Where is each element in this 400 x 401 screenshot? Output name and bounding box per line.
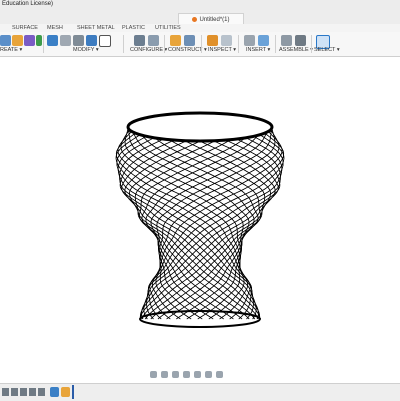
new-component-icon[interactable]	[281, 35, 292, 46]
offset-plane-icon[interactable]	[170, 35, 181, 46]
vase-strand	[158, 126, 280, 320]
divider	[123, 35, 124, 53]
divider	[164, 35, 165, 53]
view-icon[interactable]	[216, 370, 223, 378]
create-sketch-icon[interactable]	[0, 35, 11, 46]
divider	[238, 35, 239, 53]
vase-model	[115, 111, 285, 328]
fit-icon[interactable]	[183, 370, 190, 378]
configure-icon[interactable]	[134, 35, 145, 46]
vase-strand	[120, 126, 242, 320]
insert-image-icon[interactable]	[258, 35, 269, 46]
vase-strand	[139, 126, 276, 320]
group-inspect[interactable]: INSPECT ▾	[208, 47, 236, 53]
tab-surface[interactable]: SURFACE	[12, 25, 38, 31]
timeline-prev-icon[interactable]	[11, 388, 18, 396]
extrude-icon[interactable]	[12, 35, 23, 46]
document-icon	[192, 17, 198, 22]
timeline-next-icon[interactable]	[29, 388, 36, 396]
zoom-icon[interactable]	[172, 370, 179, 378]
tab-utilities[interactable]: UTILITIES	[155, 25, 181, 31]
move-icon[interactable]	[99, 35, 111, 47]
timeline-start-icon[interactable]	[2, 388, 9, 396]
revolve-icon[interactable]	[24, 35, 35, 46]
title-bar: Education License)	[0, 0, 400, 10]
timeline-feature-icon[interactable]	[61, 387, 70, 397]
group-insert[interactable]: INSERT ▾	[246, 47, 270, 53]
chamfer-icon[interactable]	[73, 35, 84, 46]
grid-icon[interactable]	[205, 370, 212, 378]
vase-strand	[139, 126, 276, 320]
vase-strand	[124, 126, 261, 320]
divider	[43, 35, 44, 53]
timeline-play-icon[interactable]	[20, 388, 27, 396]
timeline-marker[interactable]	[72, 385, 74, 399]
group-create[interactable]: REATE ▾	[0, 47, 22, 53]
tab-plastic[interactable]: PLASTIC	[122, 25, 145, 31]
group-select[interactable]: SELECT ▾	[314, 47, 340, 53]
group-configure[interactable]: CONFIGURE ▾	[130, 47, 167, 53]
insert-derive-icon[interactable]	[244, 35, 255, 46]
joint-icon[interactable]	[295, 35, 306, 46]
divider	[311, 35, 312, 53]
vase-strand	[158, 126, 280, 320]
divider	[275, 35, 276, 53]
tab-label: Untitled*(1)	[199, 16, 230, 23]
create-more-icon[interactable]	[36, 35, 42, 46]
pan-icon[interactable]	[161, 370, 168, 378]
orbit-icon[interactable]	[150, 370, 157, 378]
timeline-sketch-icon[interactable]	[50, 387, 59, 397]
axis-icon[interactable]	[184, 35, 195, 46]
configure-table-icon[interactable]	[148, 35, 159, 46]
timeline-end-icon[interactable]	[38, 388, 45, 396]
shell-icon[interactable]	[86, 35, 97, 46]
measure-icon[interactable]	[207, 35, 218, 46]
app-title: Education License)	[2, 1, 54, 7]
navigation-bar	[150, 368, 250, 380]
tab-mesh[interactable]: MESH	[47, 25, 63, 31]
fillet-icon[interactable]	[60, 35, 71, 46]
vase-rim	[126, 111, 274, 143]
group-modify[interactable]: MODIFY ▾	[73, 47, 99, 53]
workspace-tabs: SURFACE MESH SHEET METAL PLASTIC UTILITI…	[0, 24, 400, 32]
vase-strand	[124, 126, 261, 320]
vase-strand	[120, 126, 242, 320]
toolbar-ribbon: REATE ▾ MODIFY ▾ CONFIGURE ▾ CONSTRUCT ▾…	[0, 32, 400, 57]
group-assemble[interactable]: ASSEMBLE ▾	[279, 47, 313, 53]
canvas-viewport[interactable]	[0, 57, 400, 369]
section-analysis-icon[interactable]	[221, 35, 232, 46]
display-icon[interactable]	[194, 370, 201, 378]
divider	[201, 35, 202, 53]
tab-sheet-metal[interactable]: SHEET METAL	[77, 25, 115, 31]
press-pull-icon[interactable]	[47, 35, 58, 46]
timeline	[0, 383, 400, 401]
